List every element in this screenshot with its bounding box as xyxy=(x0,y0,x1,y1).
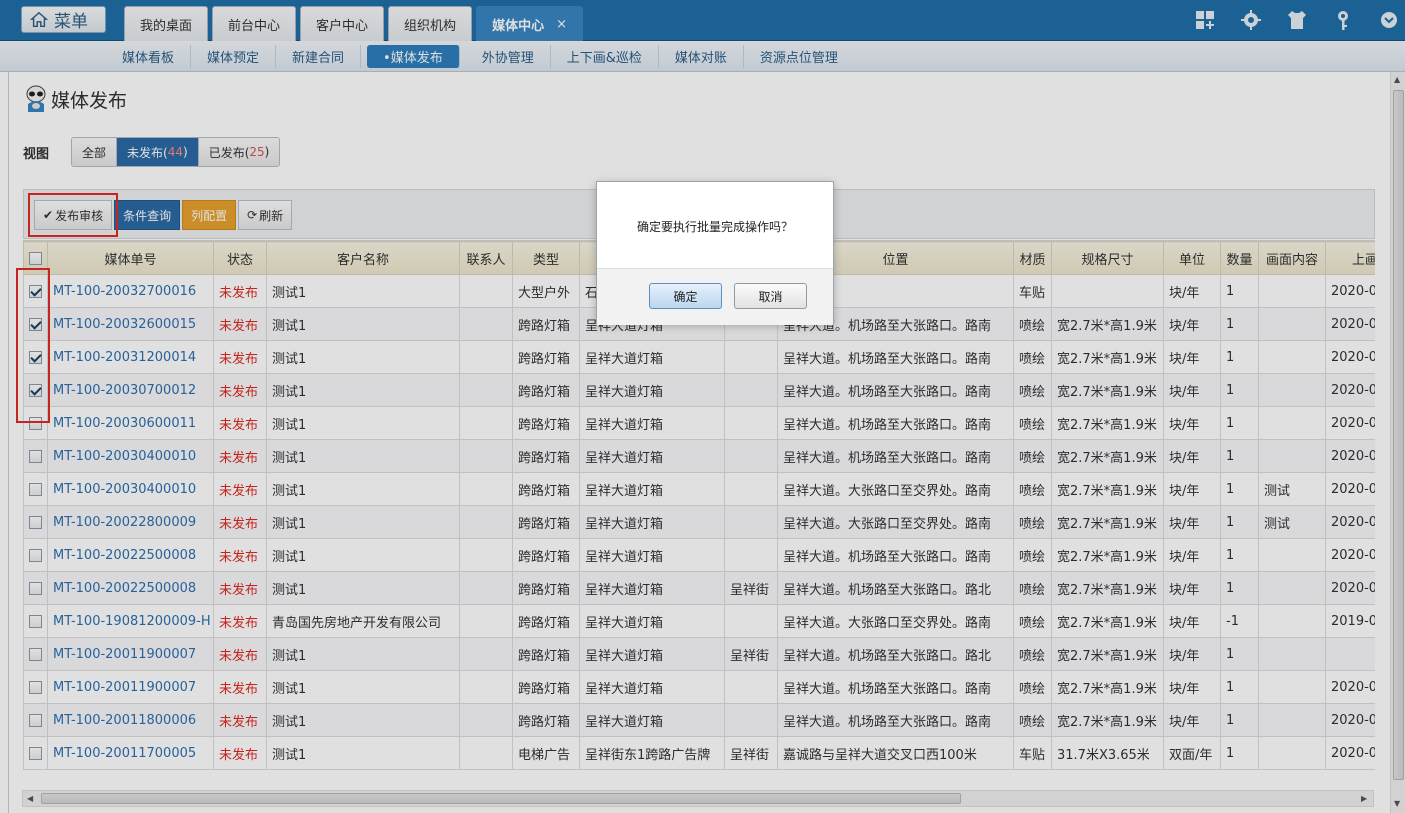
dialog-message: 确定要执行批量完成操作吗？ xyxy=(636,220,793,234)
modal-overlay xyxy=(0,0,1405,813)
confirm-button[interactable]: 确定 xyxy=(649,283,722,309)
confirm-dialog: 确定要执行批量完成操作吗？ 确定 取消 xyxy=(596,181,834,325)
cancel-button[interactable]: 取消 xyxy=(734,283,807,309)
dialog-footer: 确定 取消 xyxy=(597,268,833,325)
